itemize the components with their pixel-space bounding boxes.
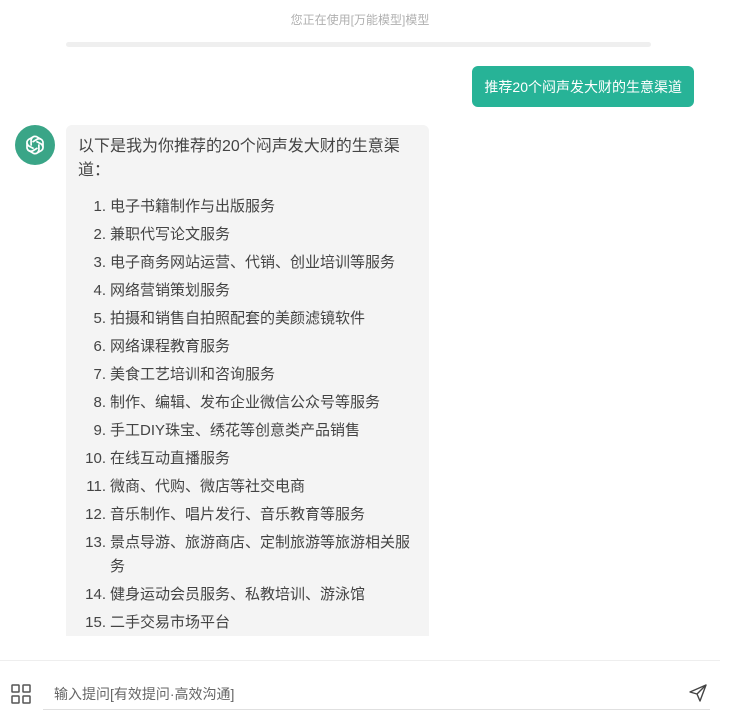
list-item-number: 3. [93, 254, 106, 271]
list-item-text: 网络课程教育服务 [110, 338, 231, 355]
list-item-text: 音乐制作、唱片发行、音乐教育等服务 [110, 506, 366, 523]
list-item-text: 网络营销策划服务 [110, 282, 231, 299]
list-item-text: 二手交易市场平台 [110, 614, 231, 631]
list-item: 13. 景点导游、旅游商店、定制旅游等旅游相关服务 [78, 531, 417, 579]
list-item: 15. 二手交易市场平台 [78, 611, 417, 635]
list-item-number: 10. [85, 450, 106, 467]
list-item-text: 兼职代写论文服务 [110, 226, 231, 243]
list-item: 14. 健身运动会员服务、私教培训、游泳馆 [78, 583, 417, 607]
list-item-text: 在线互动直播服务 [110, 450, 231, 467]
list-item: 4. 网络营销策划服务 [78, 279, 417, 303]
prompt-input[interactable] [43, 678, 710, 710]
list-item-number: 5. [93, 310, 106, 327]
list-item-number: 11. [86, 478, 106, 495]
list-item: 10. 在线互动直播服务 [78, 447, 417, 471]
list-item-number: 1. [93, 198, 106, 215]
input-bar [0, 660, 720, 714]
list-item-text: 电子商务网站运营、代销、创业培训等服务 [110, 254, 396, 271]
send-icon[interactable] [688, 683, 708, 703]
list-item-text: 手工DIY珠宝、绣花等创意类产品销售 [110, 422, 361, 439]
list-item-text: 制作、编辑、发布企业微信公众号等服务 [110, 394, 381, 411]
list-item: 5. 拍摄和销售自拍照配套的美颜滤镜软件 [78, 307, 417, 331]
list-item-text: 电子书籍制作与出版服务 [110, 198, 276, 215]
user-message-bubble: 推荐20个闷声发大财的生意渠道 [472, 66, 694, 107]
list-item: 9. 手工DIY珠宝、绣花等创意类产品销售 [78, 419, 417, 443]
list-item: 2. 兼职代写论文服务 [78, 223, 417, 247]
list-item-text: 景点导游、旅游商店、定制旅游等旅游相关服务 [110, 534, 411, 575]
answer-list: 1. 电子书籍制作与出版服务 2. 兼职代写论文服务 3. 电子商务网站运营、代销、创… [78, 195, 417, 635]
list-item-number: 6. [93, 338, 106, 355]
top-divider [66, 42, 651, 47]
list-item: 1. 电子书籍制作与出版服务 [78, 195, 417, 219]
list-item-number: 7. [93, 366, 106, 383]
list-item-text: 微商、代购、微店等社交电商 [110, 478, 306, 495]
answer-intro: 以下是我为你推荐的20个闷声发大财的生意渠道： [78, 138, 400, 179]
ai-answer-card: 以下是我为你推荐的20个闷声发大财的生意渠道： 1. 电子书籍制作与出版服务 2.… [66, 125, 429, 636]
list-item-number: 13. [85, 534, 106, 551]
apps-grid-icon[interactable] [11, 684, 31, 704]
list-item: 7. 美食工艺培训和咨询服务 [78, 363, 417, 387]
list-item-number: 15. [85, 614, 106, 631]
model-notice: 您正在使用[万能模型]模型 [290, 13, 430, 27]
list-item: 12. 音乐制作、唱片发行、音乐教育等服务 [78, 503, 417, 527]
list-item-text: 健身运动会员服务、私教培训、游泳馆 [110, 586, 366, 603]
list-item: 3. 电子商务网站运营、代销、创业培训等服务 [78, 251, 417, 275]
list-item: 11. 微商、代购、微店等社交电商 [78, 475, 417, 499]
list-item-number: 4. [93, 282, 106, 299]
openai-logo-icon [26, 135, 44, 155]
ai-avatar [15, 125, 55, 165]
list-item-number: 9. [93, 422, 106, 439]
list-item-number: 14. [85, 586, 106, 603]
list-item: 6. 网络课程教育服务 [78, 335, 417, 359]
list-item-text: 美食工艺培训和咨询服务 [110, 366, 276, 383]
list-item-number: 12. [85, 506, 106, 523]
list-item-number: 2. [93, 226, 106, 243]
list-item-number: 8. [93, 394, 106, 411]
list-item: 8. 制作、编辑、发布企业微信公众号等服务 [78, 391, 417, 415]
list-item-text: 拍摄和销售自拍照配套的美颜滤镜软件 [110, 310, 366, 327]
